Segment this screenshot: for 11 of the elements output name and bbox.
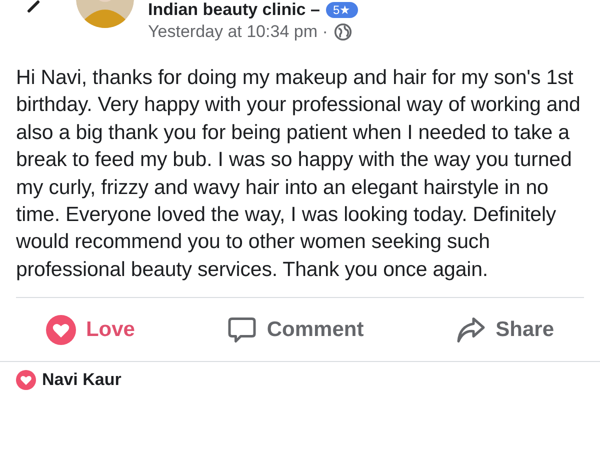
rating-badge: 5★ [326, 2, 358, 18]
reactor-name[interactable]: Navi Kaur [42, 370, 122, 390]
speech-bubble-icon [226, 314, 257, 345]
share-icon [456, 314, 486, 345]
share-button[interactable]: Share [450, 310, 560, 349]
post-timestamp[interactable]: Yesterday at 10:34 pm · [148, 22, 328, 42]
love-button[interactable]: Love [40, 310, 141, 349]
comment-button[interactable]: Comment [220, 310, 370, 349]
post-text: Hi Navi, thanks for doing my makeup and hair for my son's 1st birthday. Very happy with your professional way of working and also a big thank you for being patient when I needed to take a break to feed my bub. I was so happy with the way you turned my curly, frizzy and wavy hair into an elegant hairstyle in no time. Everyone loved the way, I was looking today. Definitely would recommend you to other women seeking such professional beauty services. Thank you once again. [16, 65, 582, 283]
author-name[interactable]: Indian beauty clinic – [148, 0, 320, 20]
globe-icon [334, 23, 352, 41]
